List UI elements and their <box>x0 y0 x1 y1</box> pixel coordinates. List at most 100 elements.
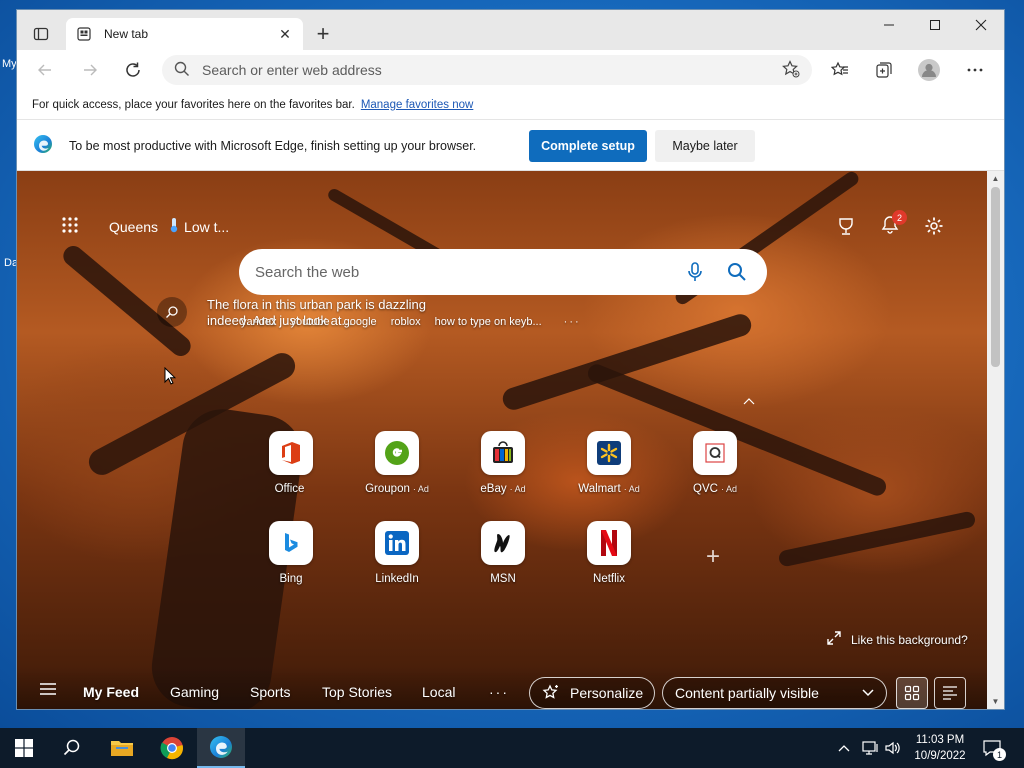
trending-chip[interactable]: how to type on keyb... <box>435 316 542 328</box>
complete-setup-button[interactable]: Complete setup <box>529 130 647 162</box>
rewards-icon[interactable] <box>833 213 859 239</box>
quick-link-netflix[interactable]: Netflix <box>564 521 654 585</box>
chrome-button[interactable] <box>148 728 196 768</box>
quick-link-bing[interactable]: Bing <box>246 521 336 585</box>
settings-gear-icon[interactable] <box>921 213 947 239</box>
hamburger-menu-icon[interactable] <box>39 682 57 700</box>
page-scrollbar[interactable]: ▲ ▼ <box>987 171 1004 709</box>
close-window-button[interactable] <box>958 10 1004 40</box>
personalize-button[interactable]: Personalize <box>529 677 655 709</box>
tab-actions-icon[interactable] <box>27 22 55 46</box>
scrollbar-thumb[interactable] <box>991 187 1000 367</box>
tab-new-tab[interactable]: New tab ✕ <box>66 18 303 50</box>
notification-badge: 2 <box>892 210 907 225</box>
setup-message: To be most productive with Microsoft Edg… <box>69 138 477 153</box>
start-button[interactable] <box>0 728 48 768</box>
content-visibility-label: Content partially visible <box>675 685 819 701</box>
address-bar[interactable]: Search or enter web address <box>162 55 812 85</box>
feed-navigation-bar: My Feed Gaming Sports Top Stories Local … <box>17 666 987 709</box>
scroll-up-arrow-icon[interactable]: ▲ <box>991 174 1000 183</box>
tab-local[interactable]: Local <box>422 684 455 700</box>
tab-top-stories[interactable]: Top Stories <box>322 684 392 700</box>
tile-label: LinkedIn <box>375 573 419 585</box>
tab-gaming[interactable]: Gaming <box>170 684 219 700</box>
taskbar-search-button[interactable] <box>48 728 96 768</box>
clock-date: 10/9/2022 <box>914 750 966 762</box>
weather-widget[interactable]: Low t... <box>168 217 229 236</box>
ad-label: · Ad <box>623 484 640 494</box>
volume-icon[interactable] <box>884 728 902 768</box>
list-view-button[interactable] <box>934 677 966 709</box>
quick-link-groupon[interactable]: Groupon · Ad <box>352 431 442 495</box>
web-search-box[interactable]: Search the web <box>239 249 767 295</box>
maybe-later-button[interactable]: Maybe later <box>655 130 755 162</box>
network-icon[interactable] <box>862 728 880 768</box>
quick-link-qvc[interactable]: QVC · Ad <box>670 431 760 495</box>
quick-link-walmart[interactable]: Walmart · Ad <box>564 431 654 495</box>
show-hidden-icons-button[interactable] <box>838 728 850 768</box>
edge-icon <box>209 735 233 759</box>
trending-chip[interactable]: google <box>344 316 377 328</box>
more-options-icon[interactable] <box>961 56 989 84</box>
trending-chip[interactable]: roblox <box>391 316 421 328</box>
chrome-icon <box>160 736 184 760</box>
edge-taskbar-button[interactable] <box>197 728 245 768</box>
notifications-button[interactable]: 2 <box>877 210 907 239</box>
ad-label: · Ad <box>509 484 526 494</box>
back-button[interactable] <box>31 56 59 84</box>
edge-window: New tab ✕ + Search or enter web address <box>17 10 1004 709</box>
msn-icon <box>481 521 525 565</box>
trending-search-icon[interactable] <box>157 297 187 327</box>
desktop-icon-label[interactable]: My <box>2 58 17 70</box>
microphone-icon[interactable] <box>681 258 709 286</box>
taskbar-clock[interactable]: 11:03 PM 10/9/2022 <box>905 732 975 764</box>
refresh-button[interactable] <box>119 56 147 84</box>
favorites-button[interactable] <box>826 56 854 84</box>
more-feed-tabs-button[interactable]: ··· <box>489 684 509 700</box>
scroll-down-arrow-icon[interactable]: ▼ <box>991 697 1000 706</box>
trending-chip[interactable]: yandex <box>241 316 276 328</box>
collapse-quick-links-icon[interactable] <box>741 393 757 409</box>
new-tab-page: Queens Low t... 2 Search the web The flo… <box>17 171 987 709</box>
tab-sports[interactable]: Sports <box>250 684 290 700</box>
web-search-input[interactable]: Search the web <box>255 264 667 281</box>
new-tab-button[interactable]: + <box>311 21 335 46</box>
trending-chip[interactable]: youtube <box>290 316 329 328</box>
weather-location[interactable]: Queens <box>109 219 158 235</box>
address-input[interactable]: Search or enter web address <box>202 62 782 78</box>
action-center-button[interactable]: 1 <box>982 728 1006 768</box>
chevron-down-icon <box>862 689 874 697</box>
desktop-icon-label[interactable]: Da <box>4 257 18 269</box>
minimize-button[interactable] <box>866 10 912 40</box>
tab-my-feed[interactable]: My Feed <box>83 684 139 700</box>
like-background-label: Like this background? <box>851 632 968 647</box>
windows-logo-icon <box>15 739 33 757</box>
maximize-button[interactable] <box>912 10 958 40</box>
add-quick-link-button[interactable]: + <box>703 543 723 570</box>
manage-favorites-link[interactable]: Manage favorites now <box>361 99 474 111</box>
add-favorite-icon[interactable] <box>782 59 800 81</box>
tile-label: Walmart <box>578 483 621 495</box>
tile-label: Netflix <box>593 573 625 585</box>
collections-button[interactable] <box>870 56 898 84</box>
profile-avatar[interactable] <box>915 56 943 84</box>
search-icon[interactable] <box>723 258 751 286</box>
close-tab-icon[interactable]: ✕ <box>277 26 293 42</box>
new-tab-icon <box>76 26 92 42</box>
forward-button[interactable] <box>76 56 104 84</box>
quick-link-msn[interactable]: MSN <box>458 521 548 585</box>
quick-link-office[interactable]: Office <box>246 431 336 495</box>
apps-grid-icon[interactable] <box>61 216 79 237</box>
file-explorer-button[interactable] <box>98 728 146 768</box>
like-background-button[interactable]: Like this background? <box>827 631 968 648</box>
more-trending-button[interactable]: ··· <box>564 316 581 328</box>
personalize-label: Personalize <box>570 685 644 701</box>
quick-link-linkedin[interactable]: LinkedIn <box>352 521 442 585</box>
list-icon <box>942 685 958 701</box>
content-visibility-dropdown[interactable]: Content partially visible <box>662 677 887 709</box>
mouse-cursor-icon <box>164 366 177 388</box>
navigation-toolbar: Search or enter web address <box>17 50 1004 90</box>
quick-link-ebay[interactable]: eBay · Ad <box>458 431 548 495</box>
ebay-icon <box>481 431 525 475</box>
grid-view-button[interactable] <box>896 677 928 709</box>
